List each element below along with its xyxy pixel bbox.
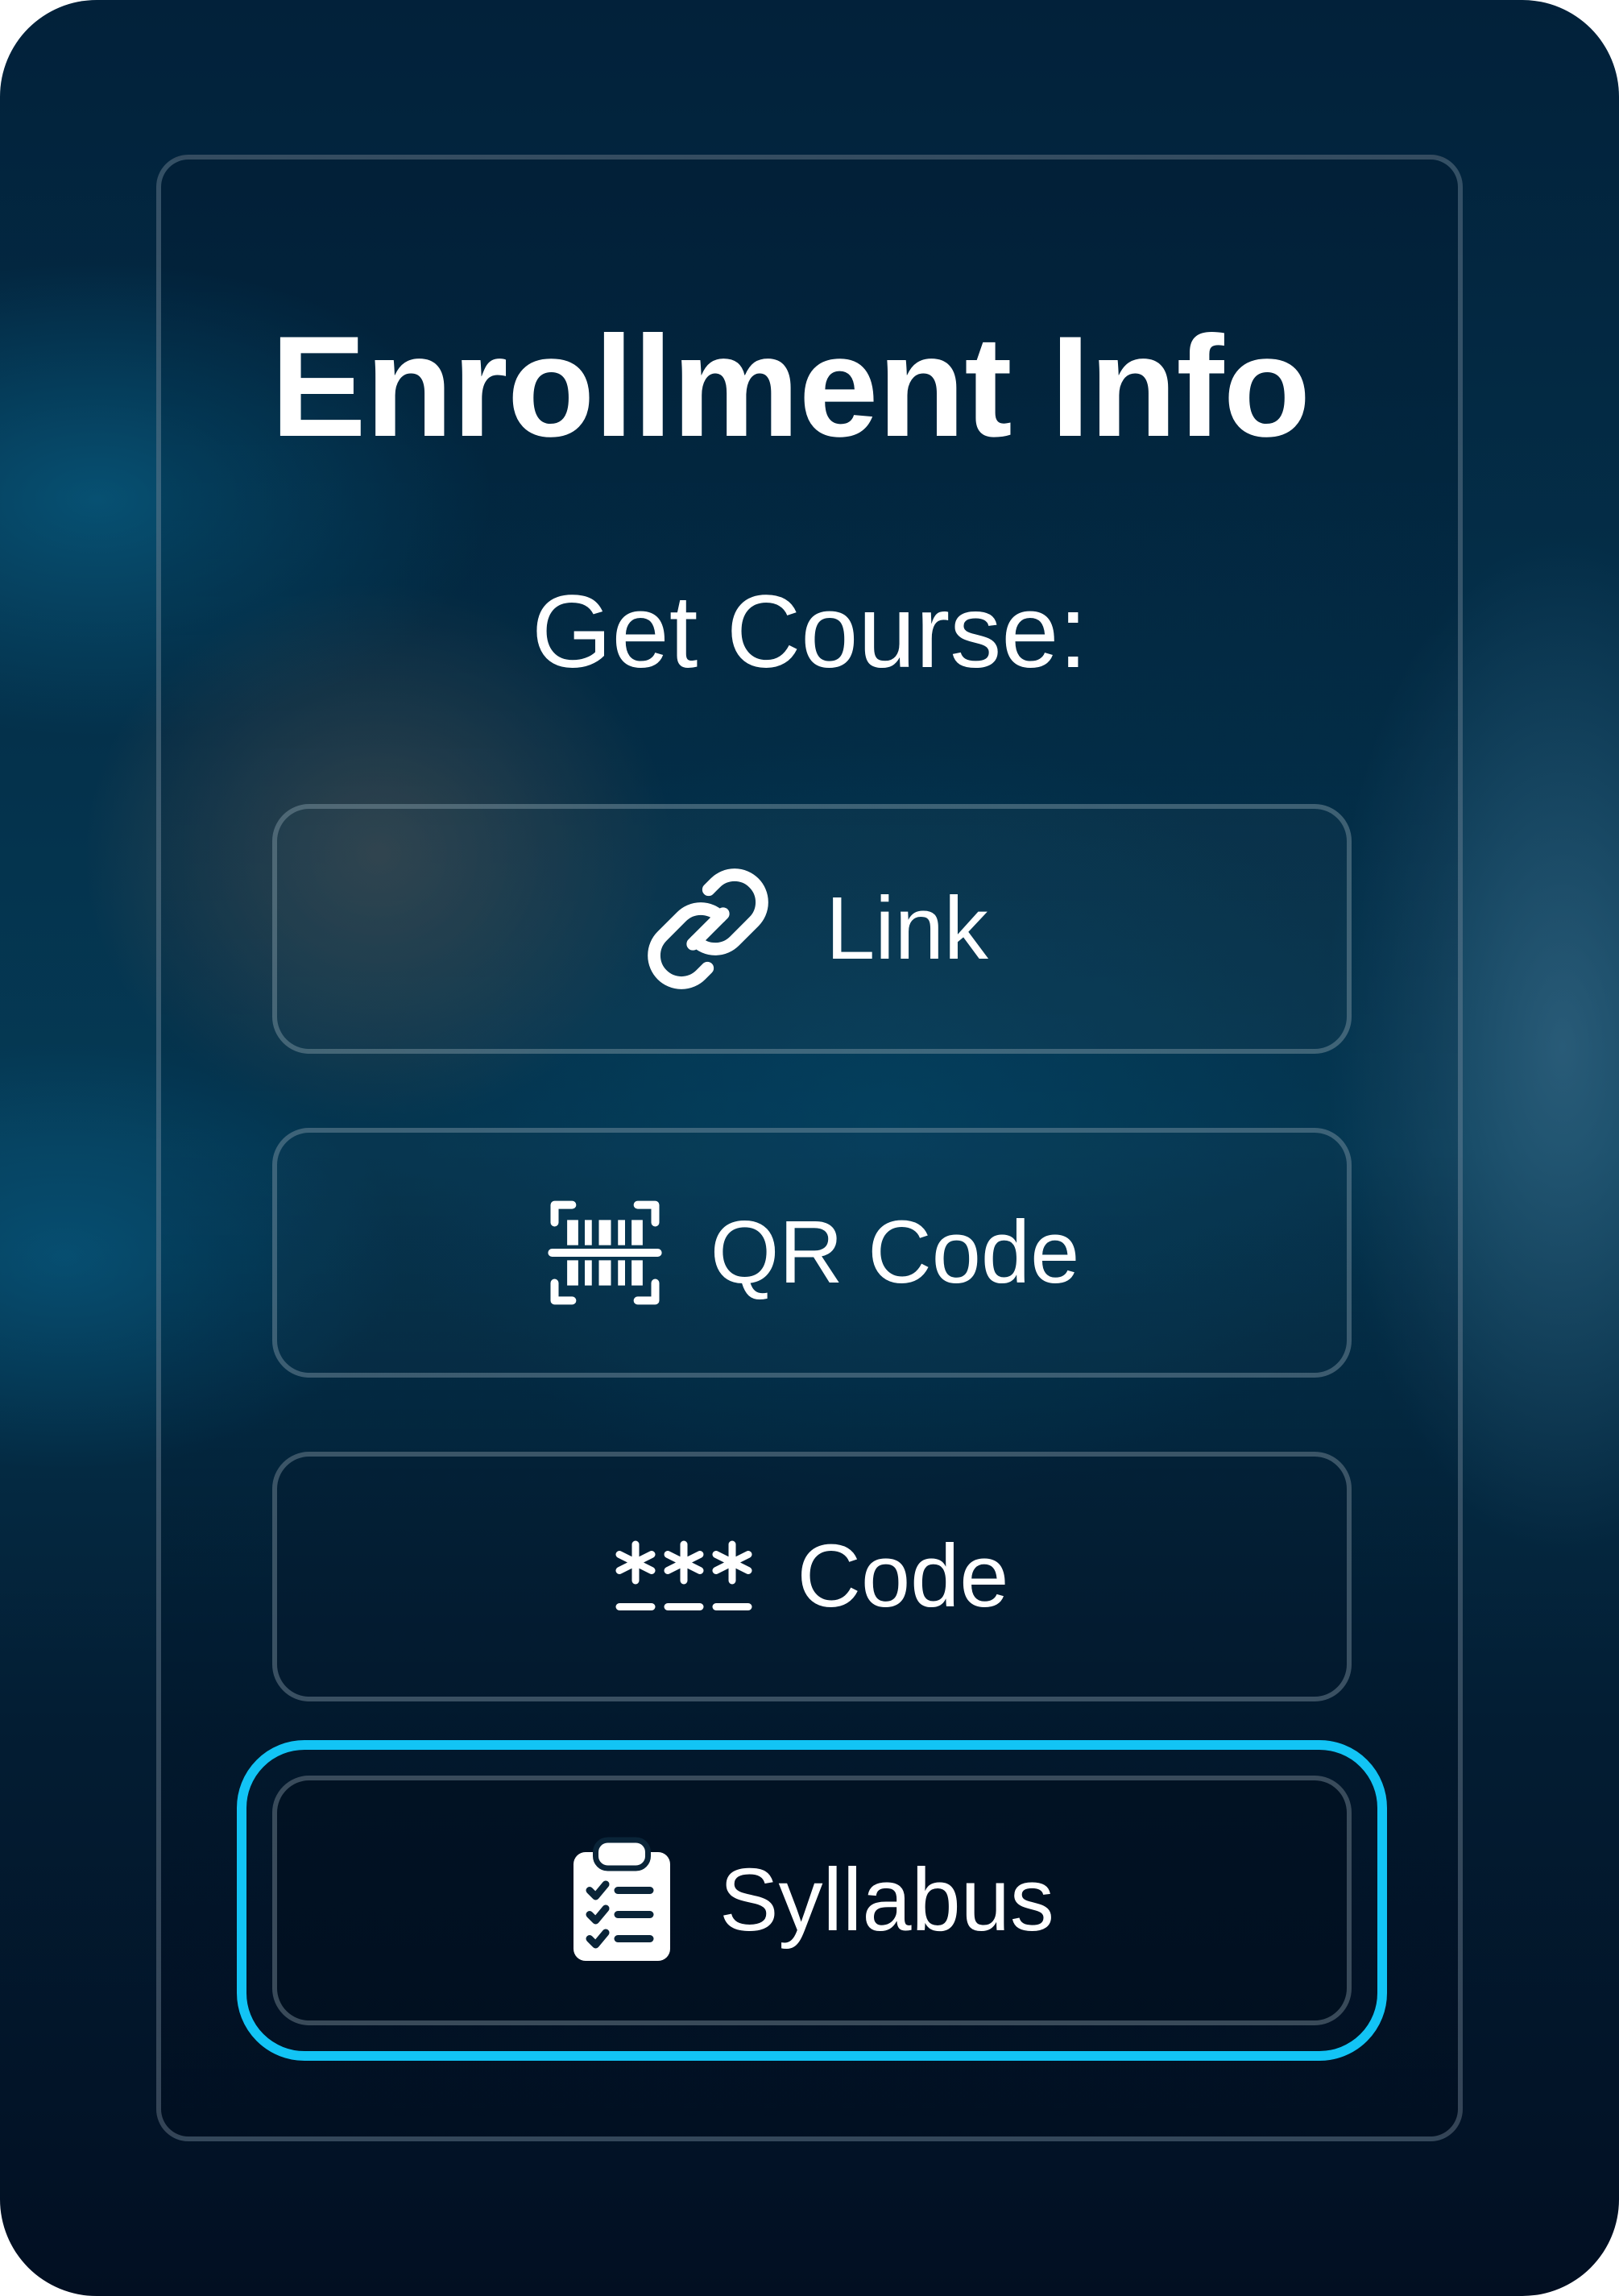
qr-code-button-label: QR Code: [710, 1203, 1080, 1302]
code-button-label: Code: [797, 1527, 1009, 1626]
syllabus-button[interactable]: Syllabus: [272, 1776, 1352, 2025]
password-code-icon: [615, 1536, 752, 1617]
qr-code-button[interactable]: QR Code: [272, 1128, 1352, 1378]
link-icon: [636, 856, 781, 1001]
syllabus-button-label: Syllabus: [719, 1850, 1054, 1950]
code-button[interactable]: Code: [272, 1452, 1352, 1701]
page-title: Enrollment Info: [271, 306, 1311, 466]
qr-scan-icon: [544, 1192, 665, 1313]
link-button-label: Link: [826, 879, 988, 978]
get-course-heading: Get Course:: [531, 574, 1088, 690]
link-button[interactable]: Link: [272, 804, 1352, 1054]
clipboard-checklist-icon: [569, 1836, 674, 1965]
enrollment-screen: Enrollment Info Get Course: Link QR Code…: [0, 0, 1619, 2296]
